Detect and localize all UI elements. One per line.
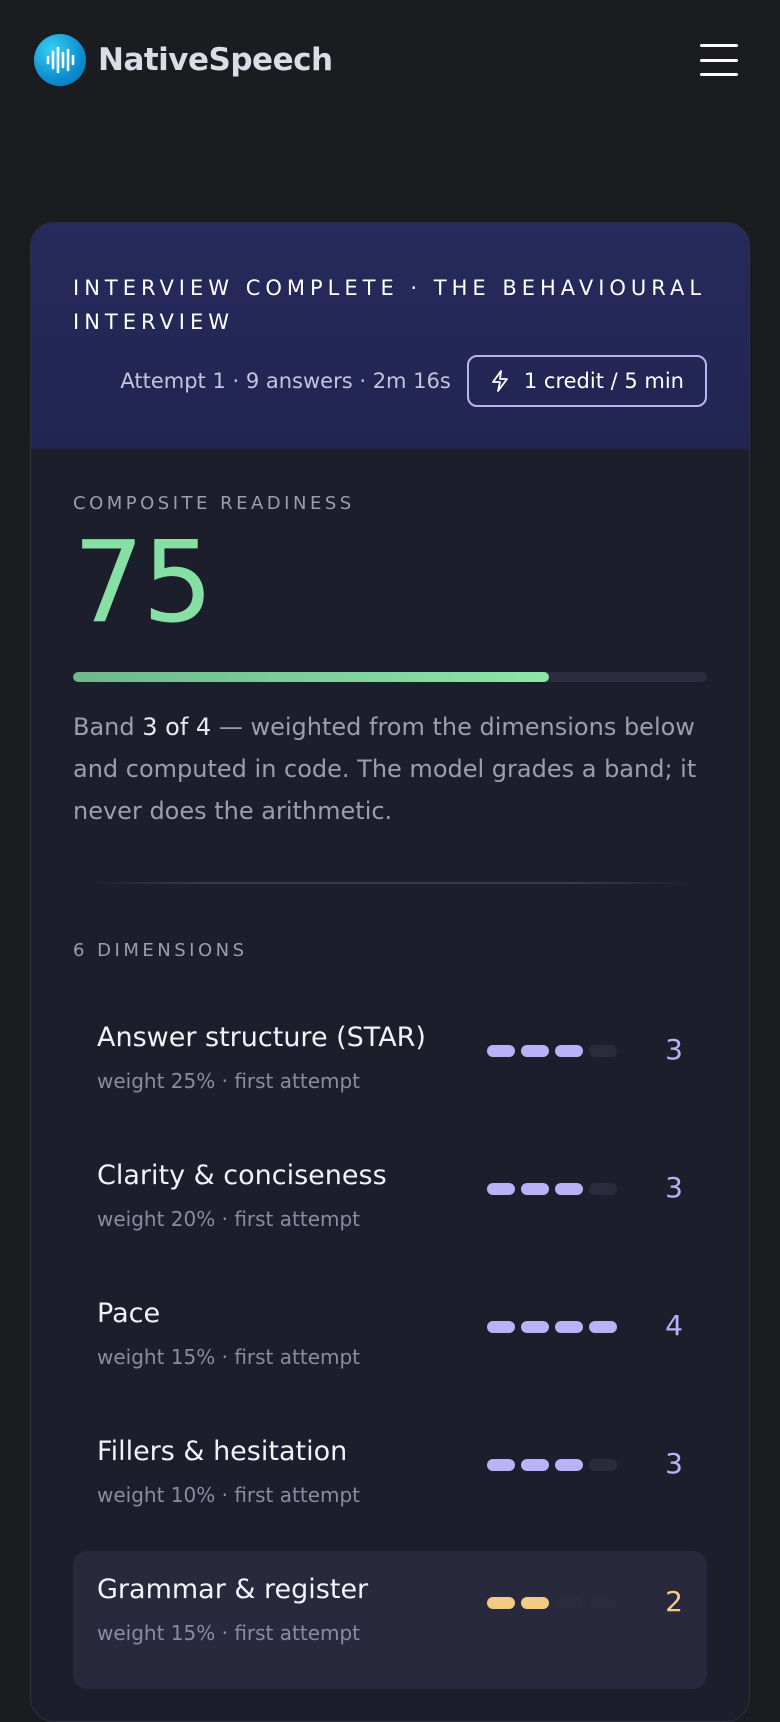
- score-pip-filled: [521, 1183, 549, 1195]
- dimensions-label: 6 DIMENSIONS: [73, 940, 248, 961]
- dimension-row[interactable]: Answer structure (STAR) weight 25% · firs…: [73, 999, 707, 1137]
- score-pip-filled: [487, 1183, 515, 1195]
- score-pip-filled: [555, 1321, 583, 1333]
- dimension-row[interactable]: Pace weight 15% · first attempt 4: [73, 1275, 707, 1413]
- dimensions-list: Answer structure (STAR) weight 25% · firs…: [73, 999, 707, 1689]
- dimension-weight: weight 10% · first attempt: [97, 1483, 361, 1507]
- band-value: 3 of 4: [142, 713, 212, 741]
- dimension-score-pips: [487, 1597, 623, 1609]
- dimension-weight: weight 15% · first attempt: [97, 1621, 361, 1645]
- score-pip-empty: [589, 1183, 617, 1195]
- score-pip-filled: [555, 1183, 583, 1195]
- dimension-score: 2: [665, 1585, 683, 1618]
- top-bar: NativeSpeech: [0, 0, 780, 120]
- composite-readiness-label: COMPOSITE READINESS: [73, 493, 355, 514]
- hamburger-menu-icon[interactable]: [700, 44, 738, 76]
- score-pip-filled: [589, 1321, 617, 1333]
- score-pip-filled: [555, 1045, 583, 1057]
- dimension-score: 4: [665, 1309, 683, 1342]
- dimension-weight: weight 25% · first attempt: [97, 1069, 361, 1093]
- score-pip-filled: [487, 1045, 515, 1057]
- score-pip-empty: [589, 1045, 617, 1057]
- dimension-score: 3: [665, 1171, 683, 1204]
- score-pip-filled: [521, 1045, 549, 1057]
- score-pip-filled: [521, 1321, 549, 1333]
- credit-badge[interactable]: 1 credit / 5 min: [466, 355, 707, 407]
- results-card: INTERVIEW COMPLETE · THE BEHAVIOURAL INT…: [30, 222, 750, 1722]
- header-meta: Attempt 1 · 9 answers · 2m 16s 1 credit …: [73, 355, 707, 407]
- brand-name: NativeSpeech: [98, 42, 333, 78]
- divider: [89, 882, 691, 884]
- dimension-score-pips: [487, 1321, 623, 1333]
- dimension-weight: weight 15% · first attempt: [97, 1345, 361, 1369]
- lightning-bolt-icon: [491, 370, 508, 392]
- header-title: INTERVIEW COMPLETE · THE BEHAVIOURAL INT…: [73, 276, 707, 334]
- score-pip-empty: [589, 1597, 617, 1609]
- score-pip-empty: [555, 1597, 583, 1609]
- dimension-row[interactable]: Grammar & register weight 15% · first att…: [73, 1551, 707, 1689]
- brand[interactable]: NativeSpeech: [34, 34, 333, 86]
- dimension-row[interactable]: Clarity & conciseness weight 20% · first …: [73, 1137, 707, 1275]
- card-header: INTERVIEW COMPLETE · THE BEHAVIOURAL INT…: [31, 223, 749, 449]
- dimension-row[interactable]: Fillers & hesitation weight 10% · first a…: [73, 1413, 707, 1551]
- score-pip-filled: [487, 1459, 515, 1471]
- score-pip-filled: [521, 1597, 549, 1609]
- dimension-score-pips: [487, 1459, 623, 1471]
- score-pip-empty: [589, 1459, 617, 1471]
- readiness-progress-fill: [73, 672, 549, 682]
- score-pip-filled: [487, 1597, 515, 1609]
- score-pip-filled: [555, 1459, 583, 1471]
- readiness-progress-bar: [73, 672, 707, 682]
- dimension-score-pips: [487, 1045, 623, 1057]
- dimension-weight: weight 20% · first attempt: [97, 1207, 361, 1231]
- composite-score: 75: [73, 518, 214, 648]
- attempt-meta: Attempt 1 · 9 answers · 2m 16s: [120, 369, 451, 393]
- dimension-score: 3: [665, 1447, 683, 1480]
- score-pip-filled: [487, 1321, 515, 1333]
- score-pip-filled: [521, 1459, 549, 1471]
- audio-waveform-icon: [34, 34, 86, 86]
- dimension-score: 3: [665, 1033, 683, 1066]
- band-description: Band 3 of 4 — weighted from the dimensio…: [73, 706, 707, 832]
- band-prefix: Band: [73, 713, 143, 741]
- credit-label: 1 credit / 5 min: [523, 369, 684, 393]
- dimension-score-pips: [487, 1183, 623, 1195]
